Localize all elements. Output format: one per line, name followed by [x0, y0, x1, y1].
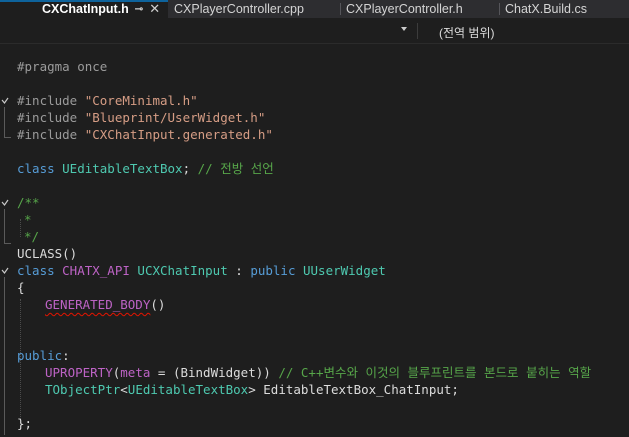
punctuation-token: ;	[182, 161, 198, 176]
preprocessor-token: #include	[17, 93, 85, 108]
code-line-3: #include "CoreMinimal.h"	[17, 92, 198, 109]
fold-collapse-icon[interactable]	[1, 199, 9, 207]
punctuation-token: {	[17, 280, 25, 295]
code-line-12: UCLASS()	[17, 245, 77, 262]
close-icon[interactable]: ✕	[149, 1, 160, 17]
outline-bracket	[4, 277, 5, 435]
comment-token: */	[24, 229, 40, 244]
type-token: TObjectPtr	[45, 382, 121, 397]
keyword-token: public	[17, 348, 63, 363]
tab-label: CXPlayerController.cpp	[174, 2, 304, 16]
type-token: UEditableTextBox	[127, 382, 249, 397]
indent-guide	[20, 219, 21, 237]
code-line-13: class CHATX_API UCXChatInput : public UU…	[17, 262, 386, 279]
punctuation-token: :	[227, 263, 251, 278]
comment-token: // 전방 선언	[197, 161, 274, 176]
code-line-11: */	[24, 228, 39, 245]
code-line-14: {	[17, 279, 25, 296]
tab-label: ChatX.Build.cs	[505, 2, 587, 16]
preprocessor-token: #pragma once	[17, 59, 108, 74]
code-line-22: };	[17, 415, 32, 432]
macro-token: meta	[120, 365, 151, 380]
code-line-15: GENERATED_BODY()	[45, 296, 165, 313]
macro-token: CHATX_API	[62, 263, 138, 278]
punctuation-token: ()	[150, 297, 166, 312]
punctuation-token: = (BindWidget))	[150, 365, 279, 380]
code-line-20: TObjectPtr<UEditableTextBox> EditableTex…	[45, 381, 459, 398]
tab-chatx-build-cs[interactable]: ChatX.Build.cs	[499, 0, 629, 18]
tab-divider	[499, 3, 500, 15]
navigation-bar: (전역 범위)	[0, 18, 629, 44]
chevron-down-icon[interactable]	[401, 27, 407, 31]
comment-token: /**	[17, 195, 40, 210]
keyword-token: public	[250, 263, 303, 278]
keyword-token: class	[17, 263, 63, 278]
string-token: "Blueprint/UserWidget.h"	[84, 110, 266, 125]
string-token: "CXChatInput.generated.h"	[84, 127, 273, 142]
comment-token: *	[24, 212, 32, 227]
code-line-5: #include "CXChatInput.generated.h"	[17, 126, 273, 143]
code-line-19: UPROPERTY(meta = (BindWidget)) // C++변수와…	[45, 364, 591, 381]
document-tab-bar: CXChatInput.h ⊸ ✕ CXPlayerController.cpp…	[0, 0, 629, 18]
type-token: UCXChatInput	[137, 263, 228, 278]
tab-cxplayercontroller-h[interactable]: CXPlayerController.h	[340, 0, 499, 18]
code-line-9: /**	[17, 194, 40, 211]
string-token: "CoreMinimal.h"	[84, 93, 198, 108]
macro-call-token: UCLASS()	[17, 246, 78, 261]
punctuation-token: > EditableTextBox_ChatInput;	[248, 382, 459, 397]
navbar-divider	[417, 23, 418, 39]
code-line-18: public:	[17, 347, 70, 364]
fold-collapse-icon[interactable]	[1, 267, 9, 275]
tab-cxchatinput-h[interactable]: CXChatInput.h ⊸ ✕	[0, 0, 168, 18]
outline-bracket	[4, 243, 11, 244]
code-line-7: class UEditableTextBox; // 전방 선언	[17, 160, 274, 177]
tab-label: CXChatInput.h	[42, 2, 129, 16]
punctuation-token: <	[120, 382, 128, 397]
scope-dropdown[interactable]: (전역 범위)	[439, 24, 495, 41]
outline-bracket	[4, 209, 5, 243]
comment-token: // C++변수와 이것의 블루프린트를 본드로 붙히는 역할	[278, 365, 592, 380]
punctuation-token: };	[17, 416, 33, 431]
outline-bracket	[4, 107, 5, 137]
outline-bracket	[4, 137, 11, 138]
code-line-1: #pragma once	[17, 58, 107, 75]
code-editor[interactable]: #pragma once #include "CoreMinimal.h" #i…	[0, 44, 629, 437]
fold-collapse-icon[interactable]	[1, 97, 9, 105]
punctuation-token: :	[62, 348, 70, 363]
macro-token: UPROPERTY	[45, 365, 113, 380]
keyword-token: class	[17, 161, 63, 176]
code-line-10: *	[24, 211, 32, 228]
error-squiggle-token: GENERATED_BODY	[45, 297, 151, 312]
type-token: UEditableTextBox	[62, 161, 183, 176]
type-token: UUserWidget	[303, 263, 386, 278]
tab-cxplayercontroller-cpp[interactable]: CXPlayerController.cpp	[168, 0, 340, 18]
pin-icon[interactable]: ⊸	[135, 4, 143, 15]
tab-divider	[340, 3, 341, 15]
preprocessor-token: #include	[17, 110, 85, 125]
tab-label: CXPlayerController.h	[346, 2, 463, 16]
preprocessor-token: #include	[17, 127, 85, 142]
code-line-4: #include "Blueprint/UserWidget.h"	[17, 109, 265, 126]
